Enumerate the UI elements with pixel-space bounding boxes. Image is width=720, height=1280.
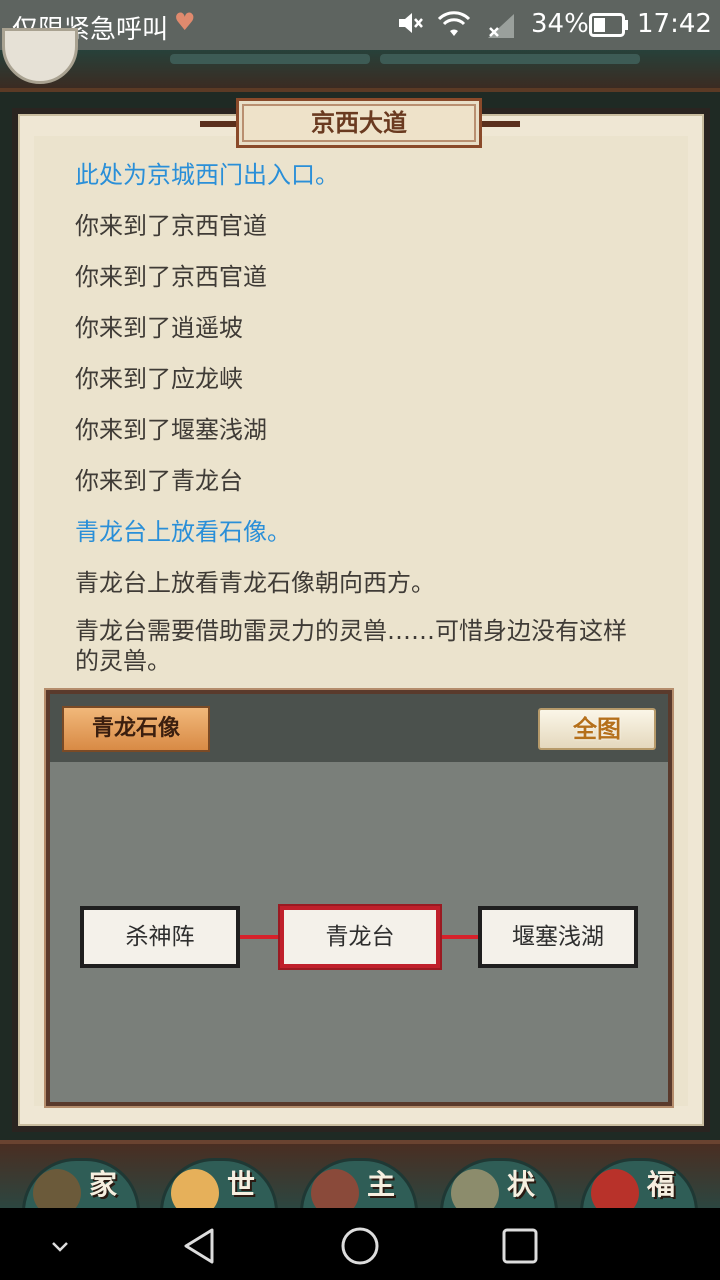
nav-label: 世 (227, 1168, 256, 1201)
signal-icon (484, 12, 518, 45)
chevron-down-icon[interactable] (40, 1226, 80, 1266)
nav-label: 主 (367, 1168, 396, 1201)
local-map: 青龙石像 全图 杀神阵 青龙台 堰塞浅湖 (46, 690, 672, 1106)
world-icon (171, 1169, 219, 1212)
nav-status-button[interactable]: 状 (440, 1158, 558, 1212)
fortune-icon (591, 1169, 639, 1212)
home-icon (33, 1169, 81, 1212)
nav-label: 福 (647, 1168, 676, 1201)
nav-fortune-button[interactable]: 福 (580, 1158, 698, 1212)
clock: 17:42 (637, 9, 712, 39)
log-line: 你来到了堰塞浅湖 (75, 416, 267, 444)
header-bar-left (170, 54, 370, 64)
map-link (440, 935, 480, 939)
nav-label: 家 (89, 1168, 118, 1201)
system-nav-bar (0, 1208, 720, 1280)
log-line: 你来到了京西官道 (75, 212, 267, 240)
character-icon (311, 1169, 359, 1212)
battery-icon (589, 13, 629, 44)
map-link (240, 935, 282, 939)
full-map-button[interactable]: 全图 (538, 708, 656, 750)
map-node-current[interactable]: 青龙台 (280, 906, 440, 968)
log-line: 你来到了逍遥坡 (75, 314, 243, 342)
nav-character-button[interactable]: 主 (300, 1158, 418, 1212)
status-icon (451, 1169, 499, 1212)
nav-label: 状 (507, 1168, 536, 1201)
log-line: 你来到了应龙峡 (75, 365, 243, 393)
log-line: 你来到了京西官道 (75, 263, 267, 291)
map-node-east[interactable]: 堰塞浅湖 (478, 906, 638, 968)
mute-icon (396, 9, 424, 43)
plaque-rod-left (200, 121, 238, 127)
game-header-strip (0, 28, 720, 92)
log-line: 你来到了青龙台 (75, 467, 243, 495)
log-line: 青龙台上放看青龙石像朝向西方。 (75, 569, 435, 597)
log-line: 此处为京城西门出入口。 (75, 161, 339, 189)
plaque-rod-right (482, 121, 520, 127)
wifi-icon (436, 10, 472, 45)
nav-home-button[interactable]: 家 (22, 1158, 140, 1212)
back-icon[interactable] (180, 1226, 220, 1266)
log-line: 青龙台需要借助雷灵力的灵兽……可惜身边没有这样的灵兽。 (75, 617, 627, 675)
recents-icon[interactable] (500, 1226, 540, 1266)
game-bottom-nav: 家 世 主 状 福 (0, 1140, 720, 1212)
heart-icon: ♥ (174, 8, 196, 36)
status-bar: 仅限紧急呼叫 ♥ 34% 17:42 (0, 0, 720, 50)
map-object-title[interactable]: 青龙石像 (62, 706, 210, 752)
location-title: 京西大道 (236, 98, 482, 148)
battery-percent: 34% (531, 9, 589, 39)
log-line: 青龙台上放看石像。 (75, 518, 291, 546)
map-header: 青龙石像 全图 (50, 694, 668, 762)
map-node-west[interactable]: 杀神阵 (80, 906, 240, 968)
nav-world-button[interactable]: 世 (160, 1158, 278, 1212)
avatar-orb[interactable] (2, 28, 78, 84)
home-circle-icon[interactable] (340, 1226, 380, 1266)
header-bar-right (380, 54, 640, 64)
